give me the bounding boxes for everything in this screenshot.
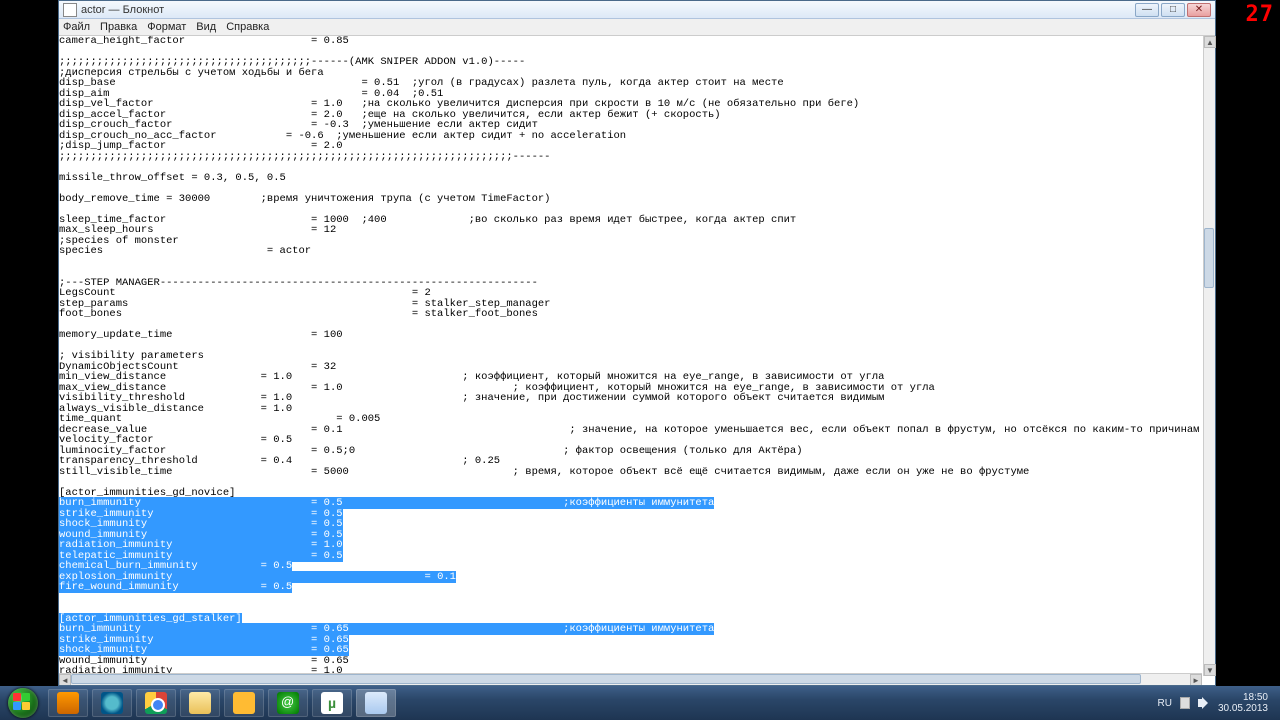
scroll-left-arrow[interactable]: ◄ <box>59 674 71 685</box>
menu-edit[interactable]: Правка <box>100 21 137 33</box>
taskbar-chrome[interactable] <box>136 689 176 717</box>
clock[interactable]: 18:50 30.05.2013 <box>1218 692 1268 714</box>
system-tray: RU 18:50 30.05.2013 <box>1157 692 1276 714</box>
maximize-button[interactable]: □ <box>1161 3 1185 17</box>
volume-icon[interactable] <box>1198 697 1210 709</box>
scroll-h-track[interactable] <box>71 674 1190 685</box>
yellow-icon <box>233 692 255 714</box>
minimize-button[interactable]: — <box>1135 3 1159 17</box>
ie-icon <box>101 692 123 714</box>
menubar: Файл Правка Формат Вид Справка <box>59 19 1215 36</box>
menu-format[interactable]: Формат <box>147 21 186 33</box>
scroll-v-thumb[interactable] <box>1204 228 1214 288</box>
app-icon <box>63 3 77 17</box>
horizontal-scrollbar[interactable]: ◄ ► <box>59 673 1202 685</box>
utorrent-icon: µ <box>321 692 343 714</box>
taskbar: µ RU 18:50 30.05.2013 <box>0 686 1280 720</box>
scroll-up-arrow[interactable]: ▲ <box>1204 36 1216 48</box>
clock-time: 18:50 <box>1218 692 1268 703</box>
vertical-scrollbar[interactable]: ▲ ▼ <box>1203 36 1215 676</box>
explorer-icon <box>189 692 211 714</box>
taskbar-app-green[interactable] <box>268 689 308 717</box>
taskbar-ie[interactable] <box>92 689 132 717</box>
clock-date: 30.05.2013 <box>1218 703 1268 714</box>
taskbar-wmp[interactable] <box>48 689 88 717</box>
chrome-icon <box>145 692 167 714</box>
start-button[interactable] <box>0 686 46 720</box>
tray-flag-icon[interactable] <box>1180 697 1190 709</box>
text-editor[interactable]: camera_height_factor = 0.85 ;;;;;;;;;;;;… <box>59 36 1201 676</box>
taskbar-notepad[interactable] <box>356 689 396 717</box>
overlay-number: 27 <box>1246 2 1275 27</box>
window-title: actor — Блокнот <box>81 4 164 16</box>
scroll-down-arrow[interactable]: ▼ <box>1204 664 1216 676</box>
close-button[interactable]: ✕ <box>1187 3 1211 17</box>
menu-view[interactable]: Вид <box>196 21 216 33</box>
titlebar[interactable]: actor — Блокнот — □ ✕ <box>59 1 1215 19</box>
taskbar-explorer[interactable] <box>180 689 220 717</box>
windows-orb-icon <box>8 688 38 718</box>
notepad-window: actor — Блокнот — □ ✕ Файл Правка Формат… <box>58 0 1216 686</box>
taskbar-utorrent[interactable]: µ <box>312 689 352 717</box>
notepad-icon <box>365 692 387 714</box>
at-icon <box>277 692 299 714</box>
menu-file[interactable]: Файл <box>63 21 90 33</box>
scroll-v-track[interactable] <box>1204 48 1216 664</box>
wmp-icon <box>57 692 79 714</box>
scroll-h-thumb[interactable] <box>71 674 1141 684</box>
language-indicator[interactable]: RU <box>1157 698 1171 709</box>
menu-help[interactable]: Справка <box>226 21 269 33</box>
scroll-right-arrow[interactable]: ► <box>1190 674 1202 685</box>
taskbar-app-yellow[interactable] <box>224 689 264 717</box>
